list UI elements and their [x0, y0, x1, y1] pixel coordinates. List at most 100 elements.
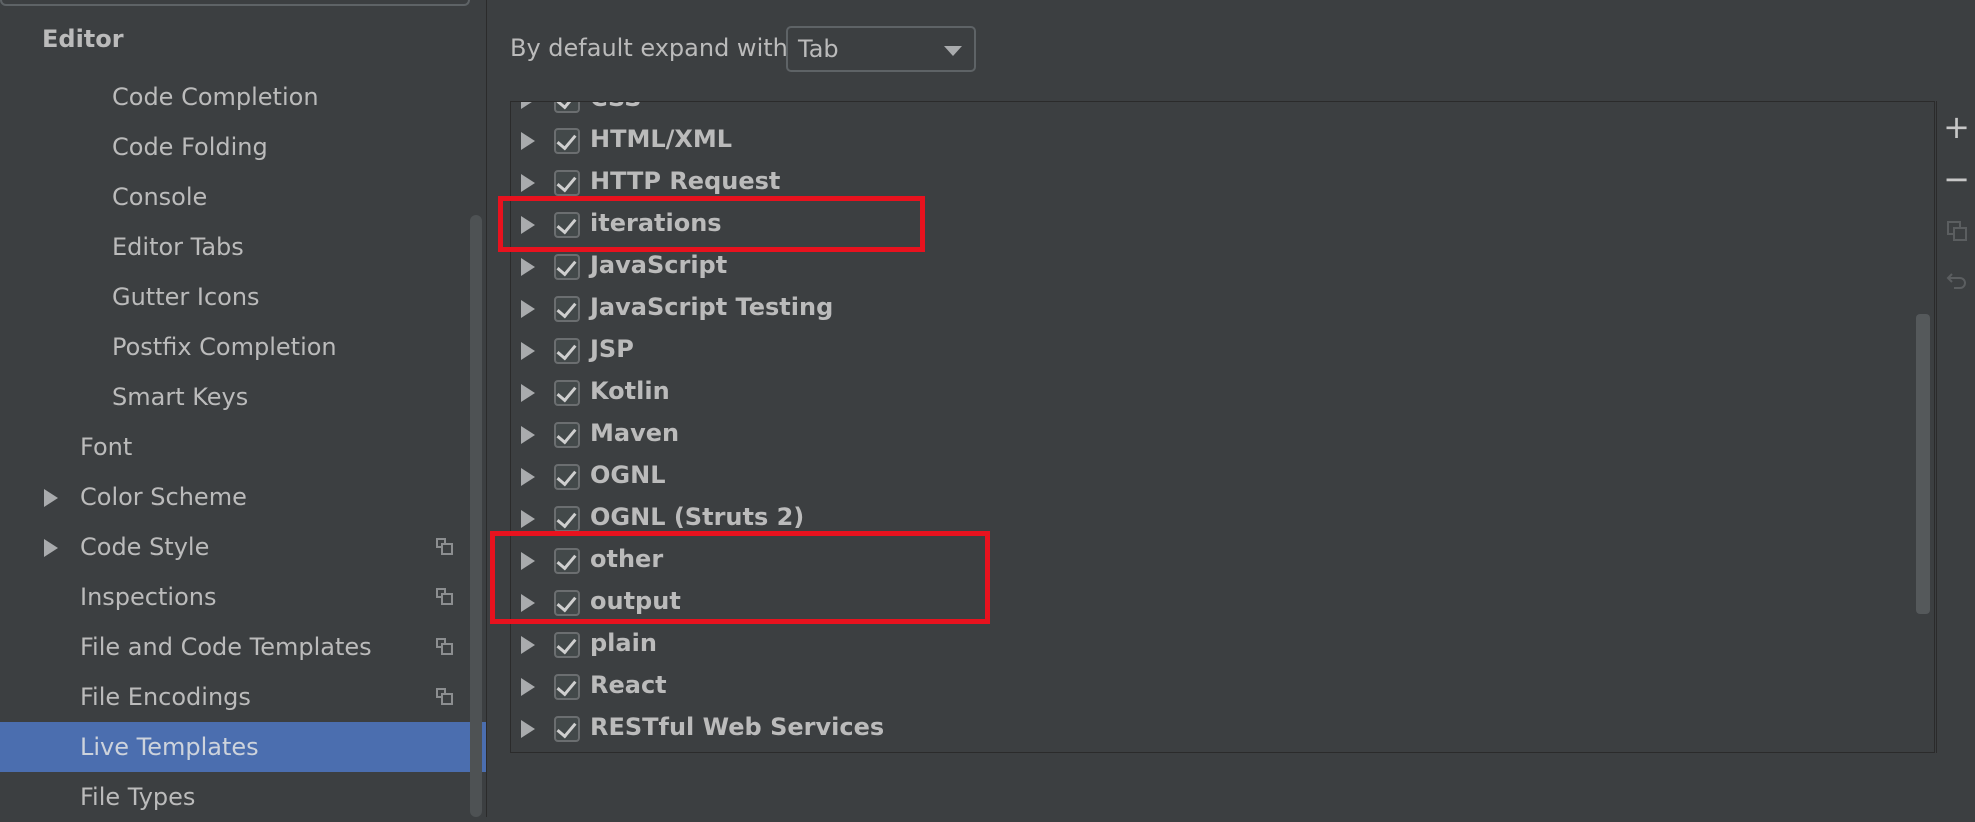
tree-row-maven[interactable]: Maven	[511, 414, 1934, 456]
tree-row-ognl[interactable]: OGNL	[511, 456, 1934, 498]
expand-with-value: Tab	[798, 35, 839, 63]
sidebar-item-smart-keys[interactable]: Smart Keys	[0, 372, 486, 422]
expand-arrow-icon[interactable]	[521, 636, 535, 654]
tree-row-javascript-testing[interactable]: JavaScript Testing	[511, 288, 1934, 330]
sidebar-item-label: Live Templates	[80, 733, 259, 761]
copy-icon[interactable]	[1937, 211, 1975, 251]
sidebar-item-label: Smart Keys	[112, 383, 249, 411]
sidebar-item-label: Postfix Completion	[112, 333, 337, 361]
check-icon	[556, 717, 577, 739]
sidebar-item-label: Code Folding	[112, 133, 268, 161]
expand-arrow-icon[interactable]	[521, 384, 535, 402]
expand-arrow-icon[interactable]	[521, 300, 535, 318]
group-checkbox[interactable]	[554, 506, 580, 532]
sidebar-item-label: Font	[80, 433, 133, 461]
sidebar-search-field[interactable]	[0, 0, 470, 6]
templates-toolbar: + −	[1936, 101, 1975, 753]
expand-arrow-icon[interactable]	[521, 258, 535, 276]
group-checkbox[interactable]	[554, 212, 580, 238]
tree-row-html-xml[interactable]: HTML/XML	[511, 120, 1934, 162]
sidebar-item-gutter-icons[interactable]: Gutter Icons	[0, 272, 486, 322]
restore-icon[interactable]	[1937, 261, 1975, 301]
expand-with-select[interactable]: Tab	[786, 26, 976, 72]
sidebar-item-inspections[interactable]: Inspections	[0, 572, 486, 622]
group-label: JavaScript Testing	[590, 293, 834, 321]
group-checkbox[interactable]	[554, 590, 580, 616]
check-icon	[556, 591, 577, 613]
expand-arrow-icon[interactable]	[44, 489, 58, 507]
tree-row-output[interactable]: output	[511, 582, 1934, 624]
check-icon	[556, 102, 577, 110]
sidebar-item-live-templates[interactable]: Live Templates	[0, 722, 486, 772]
expand-arrow-icon[interactable]	[521, 102, 535, 109]
sidebar-item-console[interactable]: Console	[0, 172, 486, 222]
check-icon	[556, 549, 577, 571]
expand-arrow-icon[interactable]	[521, 132, 535, 150]
tree-row-css[interactable]: CSS	[511, 102, 1934, 121]
expand-arrow-icon[interactable]	[44, 539, 58, 557]
sidebar-item-postfix-completion[interactable]: Postfix Completion	[0, 322, 486, 372]
group-label: CSS	[590, 102, 642, 112]
sidebar-section-editor[interactable]: Editor	[42, 25, 124, 53]
tree-row-plain[interactable]: plain	[511, 624, 1934, 666]
tree-row-react[interactable]: React	[511, 666, 1934, 708]
tree-row-javascript[interactable]: JavaScript	[511, 246, 1934, 288]
sidebar-item-code-folding[interactable]: Code Folding	[0, 122, 486, 172]
tree-row-http-request[interactable]: HTTP Request	[511, 162, 1934, 204]
tree-row-iterations[interactable]: iterations	[511, 204, 1934, 246]
group-checkbox[interactable]	[554, 254, 580, 280]
expand-with-label: By default expand with	[510, 34, 788, 62]
expand-arrow-icon[interactable]	[521, 594, 535, 612]
remove-icon[interactable]: −	[1937, 159, 1975, 199]
tree-row-restful-web-services[interactable]: RESTful Web Services	[511, 708, 1934, 750]
group-checkbox[interactable]	[554, 380, 580, 406]
check-icon	[556, 381, 577, 403]
group-checkbox[interactable]	[554, 422, 580, 448]
project-settings-icon	[436, 638, 453, 655]
group-checkbox[interactable]	[554, 102, 580, 113]
expand-arrow-icon[interactable]	[521, 510, 535, 528]
group-label: React	[590, 671, 667, 699]
group-checkbox[interactable]	[554, 338, 580, 364]
group-checkbox[interactable]	[554, 128, 580, 154]
tree-row-ognl-struts2[interactable]: OGNL (Struts 2)	[511, 498, 1934, 540]
check-icon	[556, 129, 577, 151]
expand-arrow-icon[interactable]	[521, 174, 535, 192]
expand-arrow-icon[interactable]	[521, 216, 535, 234]
tree-row-other[interactable]: other	[511, 540, 1934, 582]
sidebar-item-color-scheme[interactable]: Color Scheme	[0, 472, 486, 522]
group-checkbox[interactable]	[554, 464, 580, 490]
sidebar-scrollbar[interactable]	[470, 215, 482, 817]
expand-arrow-icon[interactable]	[521, 678, 535, 696]
sidebar-item-editor-tabs[interactable]: Editor Tabs	[0, 222, 486, 272]
sidebar-item-label: Code Completion	[112, 83, 319, 111]
group-label: other	[590, 545, 664, 573]
template-groups-tree: CSS HTML/XML HTTP Request iterations Jav…	[510, 101, 1935, 753]
sidebar-item-label: File Types	[80, 783, 196, 811]
sidebar-item-label: Code Style	[80, 533, 210, 561]
tree-row-jsp[interactable]: JSP	[511, 330, 1934, 372]
check-icon	[556, 675, 577, 697]
tree-row-kotlin[interactable]: Kotlin	[511, 372, 1934, 414]
group-checkbox[interactable]	[554, 548, 580, 574]
group-checkbox[interactable]	[554, 170, 580, 196]
sidebar-item-file-types[interactable]: File Types	[0, 772, 486, 822]
expand-arrow-icon[interactable]	[521, 720, 535, 738]
group-label: HTTP Request	[590, 167, 781, 195]
group-checkbox[interactable]	[554, 296, 580, 322]
add-icon[interactable]: +	[1937, 107, 1975, 147]
group-checkbox[interactable]	[554, 674, 580, 700]
sidebar-item-code-style[interactable]: Code Style	[0, 522, 486, 572]
expand-arrow-icon[interactable]	[521, 342, 535, 360]
sidebar-item-code-completion[interactable]: Code Completion	[0, 72, 486, 122]
sidebar-item-file-encodings[interactable]: File Encodings	[0, 672, 486, 722]
tree-scrollbar[interactable]	[1916, 314, 1930, 614]
expand-arrow-icon[interactable]	[521, 552, 535, 570]
group-checkbox[interactable]	[554, 716, 580, 742]
sidebar-item-font[interactable]: Font	[0, 422, 486, 472]
group-checkbox[interactable]	[554, 632, 580, 658]
expand-arrow-icon[interactable]	[521, 426, 535, 444]
sidebar-item-file-and-code-templates[interactable]: File and Code Templates	[0, 622, 486, 672]
expand-arrow-icon[interactable]	[521, 468, 535, 486]
project-settings-icon	[436, 538, 453, 555]
